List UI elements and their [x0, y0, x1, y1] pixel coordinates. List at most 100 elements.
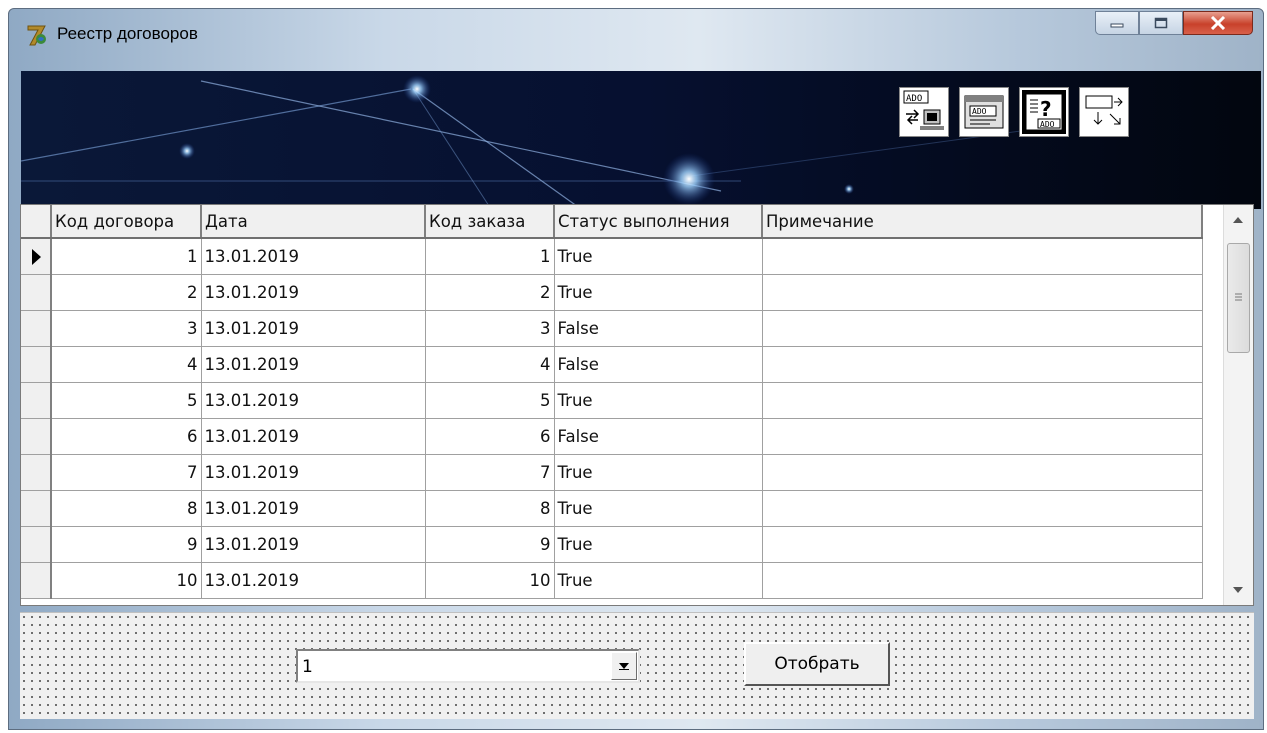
app-icon: [27, 25, 46, 46]
minimize-button[interactable]: [1095, 11, 1139, 35]
cell-note[interactable]: [762, 310, 1203, 347]
cell-order-id[interactable]: 3: [425, 310, 555, 347]
row-indicator[interactable]: [21, 490, 52, 527]
window-title: Реестр договоров: [57, 24, 198, 43]
cell-date[interactable]: 13.01.2019: [201, 346, 426, 383]
cell-status[interactable]: False: [554, 418, 763, 455]
cell-date[interactable]: 13.01.2019: [201, 274, 426, 311]
cell-contract-id[interactable]: 7: [51, 454, 202, 491]
column-header-date[interactable]: Дата: [201, 205, 426, 239]
ado-label: ADO: [906, 94, 922, 104]
cell-order-id[interactable]: 9: [425, 526, 555, 563]
column-header-status[interactable]: Статус выполнения: [554, 205, 763, 239]
row-indicator[interactable]: [21, 346, 52, 383]
cell-note[interactable]: [762, 346, 1203, 383]
selected-value: 1: [302, 657, 313, 677]
table-row[interactable]: 8 13.01.2019 8 True: [21, 490, 1203, 527]
row-indicator[interactable]: [21, 382, 52, 419]
cell-status[interactable]: True: [554, 238, 763, 275]
dropdown-button[interactable]: [611, 652, 637, 680]
cell-contract-id[interactable]: 3: [51, 310, 202, 347]
row-indicator[interactable]: [21, 562, 52, 599]
cell-order-id[interactable]: 7: [425, 454, 555, 491]
cell-date[interactable]: 13.01.2019: [201, 418, 426, 455]
row-indicator[interactable]: [21, 526, 52, 563]
scroll-down-icon[interactable]: [1224, 575, 1252, 605]
table-row[interactable]: 1 13.01.2019 1 True: [21, 238, 1203, 275]
cell-contract-id[interactable]: 5: [51, 382, 202, 419]
table-row[interactable]: 10 13.01.2019 10 True: [21, 562, 1203, 599]
cell-date[interactable]: 13.01.2019: [201, 310, 426, 347]
cell-order-id[interactable]: 5: [425, 382, 555, 419]
ado-connection-icon[interactable]: ADO: [899, 87, 949, 137]
cell-date[interactable]: 13.01.2019: [201, 562, 426, 599]
vertical-scrollbar[interactable]: [1223, 205, 1253, 605]
row-indicator[interactable]: [21, 418, 52, 455]
contract-filter-select[interactable]: 1: [296, 649, 640, 683]
cell-status[interactable]: True: [554, 562, 763, 599]
cell-date[interactable]: 13.01.2019: [201, 454, 426, 491]
ado-query-icon[interactable]: ? ADO: [1019, 87, 1069, 137]
row-indicator[interactable]: [21, 454, 52, 491]
cell-contract-id[interactable]: 10: [51, 562, 202, 599]
cell-note[interactable]: [762, 526, 1203, 563]
cell-status[interactable]: False: [554, 310, 763, 347]
cell-contract-id[interactable]: 6: [51, 418, 202, 455]
svg-text:?: ?: [1040, 97, 1052, 121]
table-row[interactable]: 5 13.01.2019 5 True: [21, 382, 1203, 419]
cell-contract-id[interactable]: 8: [51, 490, 202, 527]
cell-status[interactable]: True: [554, 274, 763, 311]
cell-note[interactable]: [762, 274, 1203, 311]
scroll-up-icon[interactable]: [1224, 205, 1252, 235]
table-row[interactable]: 9 13.01.2019 9 True: [21, 526, 1203, 563]
cell-date[interactable]: 13.01.2019: [201, 238, 426, 275]
cell-date[interactable]: 13.01.2019: [201, 490, 426, 527]
cell-order-id[interactable]: 4: [425, 346, 555, 383]
cell-order-id[interactable]: 10: [425, 562, 555, 599]
cell-note[interactable]: [762, 562, 1203, 599]
table-row[interactable]: 3 13.01.2019 3 False: [21, 310, 1203, 347]
cell-contract-id[interactable]: 4: [51, 346, 202, 383]
cell-order-id[interactable]: 2: [425, 274, 555, 311]
cell-note[interactable]: [762, 454, 1203, 491]
ado-label: ADO: [1040, 120, 1055, 129]
title-bar[interactable]: Реестр договоров: [9, 9, 1263, 69]
cell-order-id[interactable]: 6: [425, 418, 555, 455]
cell-status[interactable]: True: [554, 490, 763, 527]
cell-status[interactable]: True: [554, 454, 763, 491]
minimize-icon: [1110, 23, 1124, 28]
row-indicator[interactable]: [21, 310, 52, 347]
ado-grid-icon[interactable]: ADO: [959, 87, 1009, 137]
cell-contract-id[interactable]: 9: [51, 526, 202, 563]
cell-date[interactable]: 13.01.2019: [201, 526, 426, 563]
cell-note[interactable]: [762, 490, 1203, 527]
cell-note[interactable]: [762, 418, 1203, 455]
cell-note[interactable]: [762, 238, 1203, 275]
current-row-indicator[interactable]: [21, 238, 52, 275]
table-row[interactable]: 4 13.01.2019 4 False: [21, 346, 1203, 383]
cell-date[interactable]: 13.01.2019: [201, 382, 426, 419]
row-indicator-header: [21, 205, 52, 239]
scroll-thumb[interactable]: [1227, 243, 1250, 353]
filter-button[interactable]: Отобрать: [744, 642, 890, 686]
row-indicator[interactable]: [21, 274, 52, 311]
column-header-contract-id[interactable]: Код договора: [51, 205, 202, 239]
cell-note[interactable]: [762, 382, 1203, 419]
cell-status[interactable]: True: [554, 526, 763, 563]
maximize-button[interactable]: [1139, 11, 1183, 35]
column-header-order-id[interactable]: Код заказа: [425, 205, 555, 239]
contracts-grid[interactable]: Код договора Дата Код заказа Статус выпо…: [20, 204, 1254, 606]
cell-status[interactable]: False: [554, 346, 763, 383]
cell-order-id[interactable]: 8: [425, 490, 555, 527]
data-move-icon[interactable]: [1079, 87, 1129, 137]
cell-status[interactable]: True: [554, 382, 763, 419]
table-row[interactable]: 2 13.01.2019 2 True: [21, 274, 1203, 311]
close-button[interactable]: [1183, 11, 1253, 35]
cell-contract-id[interactable]: 1: [51, 238, 202, 275]
column-header-note[interactable]: Примечание: [762, 205, 1203, 239]
ado-label: ADO: [972, 107, 987, 116]
table-row[interactable]: 7 13.01.2019 7 True: [21, 454, 1203, 491]
cell-contract-id[interactable]: 2: [51, 274, 202, 311]
table-row[interactable]: 6 13.01.2019 6 False: [21, 418, 1203, 455]
cell-order-id[interactable]: 1: [425, 238, 555, 275]
